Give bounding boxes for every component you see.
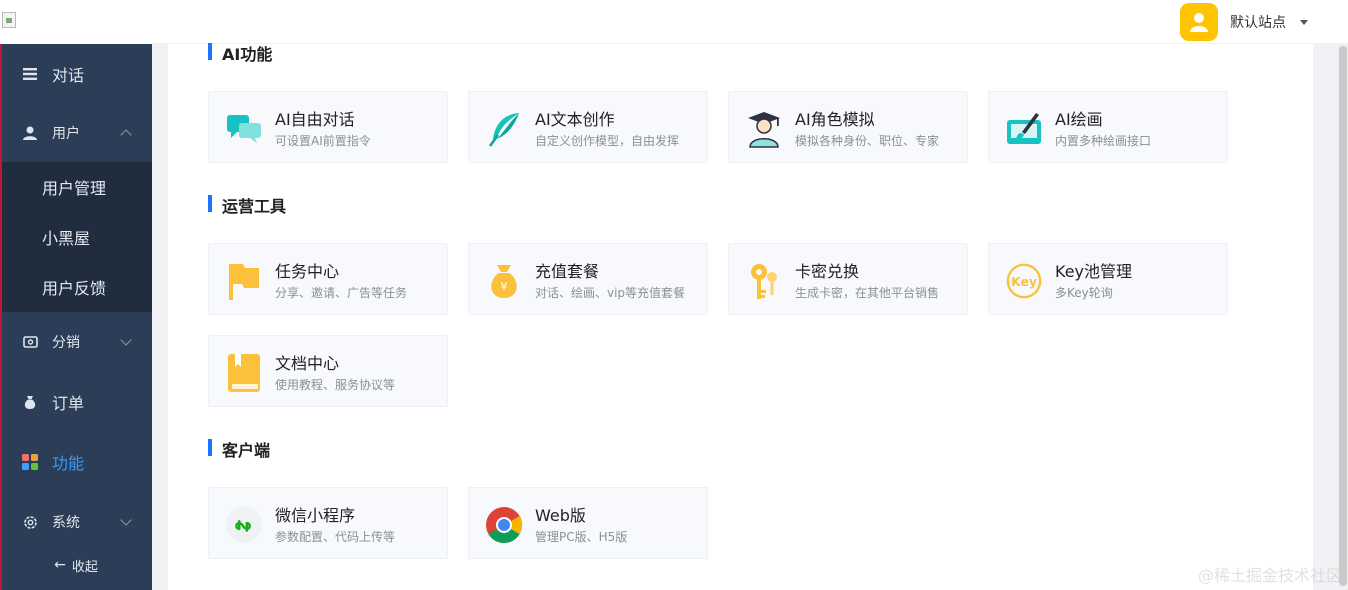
sidebar-item-label: 对话 xyxy=(52,66,85,85)
card-web-version[interactable]: Web版 管理PC版、H5版 xyxy=(468,487,708,559)
chat-bubbles-icon xyxy=(225,110,263,148)
card-ai-painting[interactable]: AI绘画 内置多种绘画接口 xyxy=(988,91,1228,163)
chevron-down-icon xyxy=(120,334,132,346)
book-icon xyxy=(225,354,263,392)
card-recharge-packages[interactable]: ¥ 充值套餐 对话、绘画、vip等充值套餐 xyxy=(468,243,708,315)
card-desc: 使用教程、服务协议等 xyxy=(275,378,396,392)
card-desc: 生成卡密，在其他平台销售 xyxy=(795,286,940,300)
card-desc: 自定义创作模型，自由发挥 xyxy=(535,134,680,148)
sidebar-item-feedback[interactable]: 用户反馈 xyxy=(0,262,152,312)
sidebar: 对话 用户 用户管理 小黑屋 用户反馈 分销 订单 功能 系统 ← 收起 xyxy=(0,0,152,590)
card-desc: 模拟各种身份、职位、专家 xyxy=(795,134,940,148)
card-title: AI角色模拟 xyxy=(795,110,875,129)
menu-icon xyxy=(22,66,38,82)
user-avatar-icon xyxy=(1190,13,1208,32)
chevron-down-icon xyxy=(120,514,132,526)
card-card-code-exchange[interactable]: 卡密兑换 生成卡密，在其他平台销售 xyxy=(728,243,968,315)
watermark: @稀土掘金技术社区 xyxy=(1197,566,1342,585)
card-wechat-mini-program[interactable]: 微信小程序 参数配置、代码上传等 xyxy=(208,487,448,559)
scrollbar-thumb[interactable] xyxy=(1339,46,1347,586)
card-desc: 内置多种绘画接口 xyxy=(1055,134,1152,148)
keys-icon xyxy=(745,262,783,300)
card-title: 卡密兑换 xyxy=(795,262,860,281)
card-desc: 对话、绘画、vip等充值套餐 xyxy=(535,286,686,300)
apps-icon xyxy=(22,454,38,470)
logo-area xyxy=(0,0,152,44)
site-switcher[interactable]: 默认站点 xyxy=(1180,0,1308,44)
sidebar-item-features[interactable]: 功能 xyxy=(0,432,152,492)
card-title: AI绘画 xyxy=(1055,110,1103,129)
arrow-left-icon: ← xyxy=(54,557,66,573)
sidebar-item-label: 小黑屋 xyxy=(42,229,91,248)
card-title: 文档中心 xyxy=(275,354,340,373)
money-bag-icon xyxy=(22,394,38,410)
key-badge-icon: Key xyxy=(1005,262,1043,300)
card-title: Web版 xyxy=(535,506,586,525)
money-bag-icon: ¥ xyxy=(485,262,523,300)
card-title: 充值套餐 xyxy=(535,262,600,281)
card-key-pool-management[interactable]: Key Key池管理 多Key轮询 xyxy=(988,243,1228,315)
distribution-icon xyxy=(22,334,38,350)
sidebar-item-label: 系统 xyxy=(52,515,80,531)
paint-brush-icon xyxy=(1005,110,1043,148)
card-desc: 分享、邀请、广告等任务 xyxy=(275,286,408,300)
card-desc: 可设置AI前置指令 xyxy=(275,134,371,148)
sidebar-item-label: 分销 xyxy=(52,335,80,351)
feather-icon xyxy=(485,110,523,148)
sidebar-item-label: 功能 xyxy=(52,454,85,473)
card-desc: 管理PC版、H5版 xyxy=(535,530,628,544)
sidebar-item-label: 订单 xyxy=(52,394,85,413)
top-header: 默认站点 xyxy=(152,0,1348,44)
chrome-icon xyxy=(485,506,523,544)
card-desc: 参数配置、代码上传等 xyxy=(275,530,396,544)
card-ai-chat[interactable]: AI自由对话 可设置AI前置指令 xyxy=(208,91,448,163)
collapse-label: 收起 xyxy=(71,559,98,575)
card-desc: 多Key轮询 xyxy=(1055,286,1113,300)
sidebar-item-label: 用户管理 xyxy=(42,179,107,198)
section-title-operations-tools: 运营工具 xyxy=(208,193,286,217)
sidebar-item-label: 用户 xyxy=(52,126,80,142)
svg-text:Key: Key xyxy=(1011,275,1037,289)
broken-logo-image-icon xyxy=(2,12,16,28)
card-title: 微信小程序 xyxy=(275,506,356,525)
user-icon xyxy=(22,125,38,141)
card-title: Key池管理 xyxy=(1055,262,1133,281)
card-title: 任务中心 xyxy=(275,262,340,281)
users-submenu: 用户管理 小黑屋 用户反馈 xyxy=(0,162,152,312)
graduate-icon xyxy=(745,110,783,148)
section-title-clients: 客户端 xyxy=(208,437,270,461)
sidebar-item-chat[interactable]: 对话 xyxy=(0,44,152,104)
sidebar-item-label: 用户反馈 xyxy=(42,279,107,298)
mini-program-icon xyxy=(225,506,263,544)
card-title: AI文本创作 xyxy=(535,110,615,129)
caret-down-icon[interactable] xyxy=(1300,19,1308,25)
site-name[interactable]: 默认站点 xyxy=(1230,12,1286,32)
collapse-sidebar-button[interactable]: ← 收起 xyxy=(0,540,152,590)
main-content: AI功能 AI自由对话 可设置AI前置指令 AI文本创作 自定义创作模型，自由发… xyxy=(168,41,1313,590)
sidebar-item-users[interactable]: 用户 xyxy=(0,104,152,162)
svg-text:¥: ¥ xyxy=(501,280,508,293)
section-title-ai-features: AI功能 xyxy=(208,41,272,65)
sidebar-item-distribution[interactable]: 分销 xyxy=(0,312,152,372)
card-document-center[interactable]: 文档中心 使用教程、服务协议等 xyxy=(208,335,448,407)
card-ai-text-creation[interactable]: AI文本创作 自定义创作模型，自由发挥 xyxy=(468,91,708,163)
vertical-scrollbar[interactable] xyxy=(1338,44,1348,590)
card-ai-role-play[interactable]: AI角色模拟 模拟各种身份、职位、专家 xyxy=(728,91,968,163)
sidebar-item-user-management[interactable]: 用户管理 xyxy=(0,162,152,212)
flag-icon xyxy=(225,262,263,300)
sidebar-item-blacklist[interactable]: 小黑屋 xyxy=(0,212,152,262)
sidebar-item-orders[interactable]: 订单 xyxy=(0,372,152,432)
gear-icon xyxy=(22,514,38,530)
card-title: AI自由对话 xyxy=(275,110,355,129)
card-task-center[interactable]: 任务中心 分享、邀请、广告等任务 xyxy=(208,243,448,315)
chevron-up-icon xyxy=(120,129,132,141)
avatar[interactable] xyxy=(1180,3,1218,41)
